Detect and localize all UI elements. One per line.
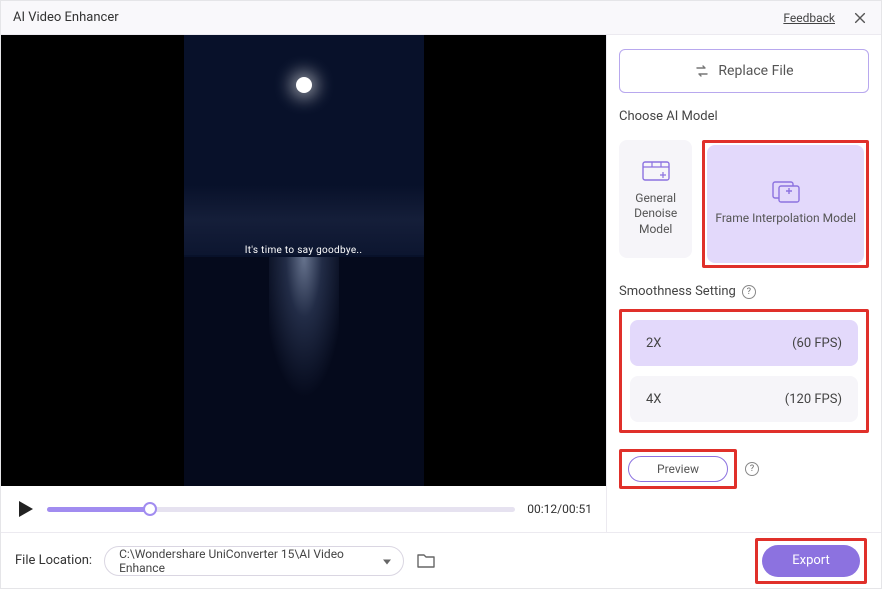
- moon-graphic: [296, 77, 312, 93]
- preview-row: Preview ?: [619, 449, 869, 489]
- footer: File Location: C:\Wondershare UniConvert…: [1, 532, 881, 588]
- smoothness-help-icon[interactable]: ?: [742, 285, 756, 299]
- smoothness-4x-fps: (120 FPS): [785, 392, 842, 407]
- smoothness-2x[interactable]: 2X (60 FPS): [630, 320, 858, 366]
- export-button[interactable]: Export: [762, 545, 860, 577]
- video-frame: It's time to say goodbye..: [184, 35, 424, 486]
- smoothness-4x[interactable]: 4X (120 FPS): [630, 376, 858, 422]
- swap-icon: [694, 63, 710, 79]
- close-button[interactable]: [851, 9, 869, 27]
- replace-file-button[interactable]: Replace File: [619, 49, 869, 93]
- model-section-label: Choose AI Model: [619, 109, 869, 124]
- folder-icon: [416, 552, 436, 570]
- highlight-frame-model: Frame Interpolation Model: [702, 140, 869, 268]
- file-location-value: C:\Wondershare UniConverter 15\AI Video …: [119, 547, 373, 575]
- video-caption: It's time to say goodbye..: [184, 245, 424, 256]
- window-title: AI Video Enhancer: [13, 10, 119, 25]
- model-frame-label: Frame Interpolation Model: [715, 211, 856, 227]
- progress-thumb[interactable]: [143, 502, 157, 516]
- file-location-label: File Location:: [15, 553, 92, 568]
- model-general-label: General Denoise Model: [627, 191, 684, 238]
- moon-reflection: [269, 257, 339, 486]
- feedback-link[interactable]: Feedback: [783, 11, 835, 25]
- smoothness-2x-fps: (60 FPS): [792, 336, 842, 351]
- highlight-smoothness: 2X (60 FPS) 4X (120 FPS): [619, 309, 869, 433]
- progress-bar[interactable]: [47, 507, 515, 512]
- smoothness-label-text: Smoothness Setting: [619, 284, 736, 299]
- progress-fill: [47, 507, 150, 512]
- open-folder-button[interactable]: [416, 552, 436, 570]
- highlight-export: Export: [755, 538, 867, 584]
- smoothness-section-label: Smoothness Setting ?: [619, 284, 869, 299]
- file-location-select[interactable]: C:\Wondershare UniConverter 15\AI Video …: [104, 546, 404, 576]
- player-bar: 00:12/00:51: [1, 486, 606, 532]
- close-icon: [853, 11, 867, 25]
- preview-button[interactable]: Preview: [628, 456, 728, 482]
- model-general-denoise[interactable]: General Denoise Model: [619, 140, 692, 258]
- smoothness-4x-mult: 4X: [646, 392, 661, 407]
- content: It's time to say goodbye.. 00:12/00:51: [1, 35, 881, 532]
- replace-file-label: Replace File: [718, 63, 793, 79]
- video-preview-area: It's time to say goodbye..: [1, 35, 606, 486]
- play-icon: [15, 499, 35, 519]
- model-frame-interpolation[interactable]: Frame Interpolation Model: [707, 145, 864, 263]
- preview-help-icon[interactable]: ?: [745, 462, 759, 476]
- highlight-preview: Preview: [619, 449, 737, 489]
- smoothness-2x-mult: 2X: [646, 336, 661, 351]
- app-window: AI Video Enhancer Feedback It's time to …: [0, 0, 882, 589]
- titlebar: AI Video Enhancer Feedback: [1, 1, 881, 35]
- denoise-icon: [642, 161, 670, 183]
- model-cards: General Denoise Model Frame Interpolatio…: [619, 140, 869, 268]
- play-button[interactable]: [15, 499, 35, 519]
- left-pane: It's time to say goodbye.. 00:12/00:51: [1, 35, 607, 532]
- interpolation-icon: [772, 181, 800, 203]
- time-display: 00:12/00:51: [527, 502, 592, 516]
- right-panel: Replace File Choose AI Model General Den…: [607, 35, 881, 532]
